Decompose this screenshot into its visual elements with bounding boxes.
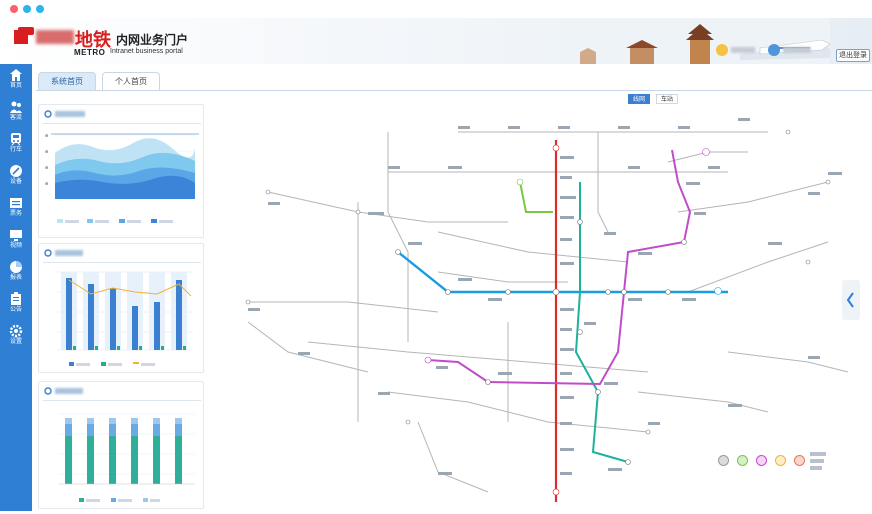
panel-ridership-stats [38,381,204,509]
sidebar-item-video[interactable]: 视频 [0,226,32,256]
area-legend [57,219,173,223]
svg-text:■: ■ [45,133,48,139]
tab-personal-home[interactable]: 个人首页 [102,72,160,90]
sidebar-item-label: 公告 [9,307,22,313]
legend-title [810,452,830,470]
portal-title: 内网业务门户 [116,33,189,47]
role-name-blurred [783,47,811,53]
user-name-blurred [731,47,755,53]
sidebar-item-report[interactable]: 报表 [0,258,32,288]
panel-passenger-trend: ■ ■ ■ ■ [38,104,204,238]
tab-system-home[interactable]: 系统首页 [38,72,96,90]
user-role[interactable] [768,42,811,58]
sidebar-item-train[interactable]: 行车 [0,130,32,160]
tab-divider [36,90,872,91]
panel-title [44,387,83,395]
svg-text:■: ■ [45,165,48,171]
role-icon [768,44,780,56]
metro-line-purple [427,149,692,386]
sidebar-item-settings[interactable]: 设置 [0,322,32,352]
svg-text:■: ■ [45,181,48,187]
logo-mark-base [14,30,28,44]
chevron-left-icon [846,292,854,308]
panel-title-blurred [55,250,83,256]
sidebar-item-equipment[interactable]: 设备 [0,162,32,192]
panel-divider [43,400,201,401]
panel-title-blurred [55,111,85,117]
train-icon [11,133,21,146]
map-toggle-station[interactable]: 车站 [656,94,678,104]
metro-network-map[interactable] [208,92,872,511]
area-chart: ■ ■ ■ ■ [45,133,199,223]
panel-energy-stats [38,243,204,373]
bar-line-chart [57,271,193,366]
logout-button[interactable]: 退出登录 [836,49,870,62]
sidebar-item-label: 行车 [9,147,22,153]
legend-orange-dot [794,455,805,466]
logo-city-name [36,30,74,44]
metro-line-green [519,181,553,213]
sidebar-nav: 首页 客流 行车 设备 票务 视频 报表 公告 设置 [0,64,32,511]
panel-title-blurred [55,388,83,394]
map-toggle-network[interactable]: 线网 [628,94,650,104]
pie-icon [10,261,22,273]
panel-gear-icon [44,387,52,395]
sidebar-item-label: 设备 [9,179,22,185]
maximize-window-dot[interactable] [36,5,44,13]
metro-map-svg [245,118,849,502]
monitor-icon [10,230,22,241]
bus-routes [247,131,849,493]
tools-icon [10,165,22,177]
panel-divider [43,262,201,263]
users-icon [10,101,22,113]
minimize-window-dot[interactable] [23,5,31,13]
legend-green-dot [737,455,748,466]
panel-title [44,249,83,257]
window-titlebar [0,0,872,18]
metro-line-blue [397,251,728,294]
panel-gear-icon [44,110,52,118]
portal-subtitle: Intranet business portal [110,48,183,55]
sidebar-item-label: 报表 [9,275,22,281]
notice-icon [11,292,21,305]
logo-metro: METRO [74,48,106,57]
close-window-dot[interactable] [10,5,18,13]
sidebar-item-home[interactable]: 首页 [0,66,32,96]
stacked-bar-chart [59,413,195,502]
sidebar-item-passenger[interactable]: 客流 [0,98,32,128]
user-avatar-icon [716,44,728,56]
sidebar-item-notice[interactable]: 公告 [0,290,32,320]
panel-title [44,110,85,118]
panel-divider [43,123,201,124]
sidebar-item-label: 视频 [9,243,22,249]
user-info[interactable] [716,42,755,58]
portal-header: 地铁 内网业务门户 METRO Intranet business portal… [0,18,872,64]
legend-gray-dot [718,455,729,466]
ticket-icon [10,198,22,208]
gear-icon [9,324,23,338]
sidebar-item-label: 设置 [9,339,22,345]
stations [245,129,831,496]
legend-yellow-dot [775,455,786,466]
stacked-legend [79,498,160,502]
sidebar-item-label: 客流 [9,115,22,121]
sidebar-item-label: 首页 [9,83,22,89]
sidebar-item-ticket[interactable]: 票务 [0,194,32,224]
bar-legend [69,362,155,366]
home-icon [10,69,22,81]
sidebar-item-label: 票务 [9,211,22,217]
page-tabs: 系统首页 个人首页 [38,72,160,92]
svg-text:■: ■ [45,149,48,155]
legend-purple-dot [756,455,767,466]
collapse-panel-button[interactable] [842,280,860,320]
panel-gear-icon [44,249,52,257]
